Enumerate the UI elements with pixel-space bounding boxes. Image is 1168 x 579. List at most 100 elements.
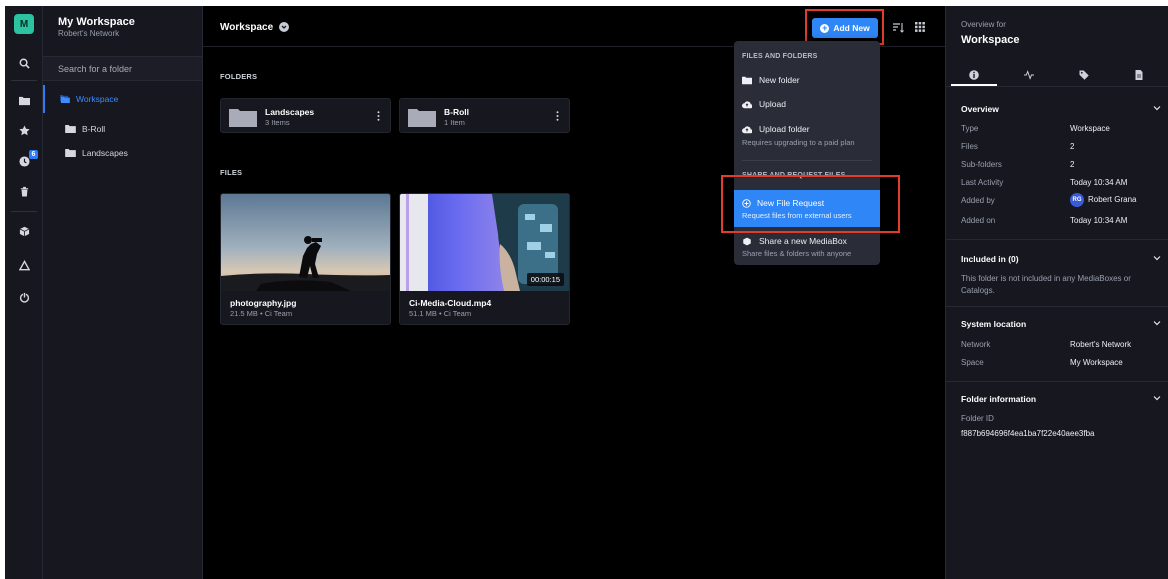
more-options-icon[interactable]: [377, 111, 380, 121]
added-by-value: RG Robert Grana: [1070, 193, 1136, 207]
file-name: Ci-Media-Cloud.mp4: [409, 298, 492, 308]
section-divider: [946, 306, 1168, 307]
cloud-upload-icon: [742, 125, 752, 133]
folder-info-heading: Folder information: [961, 394, 1037, 404]
document-icon[interactable]: [1132, 68, 1146, 82]
video-duration: 00:00:15: [526, 273, 564, 286]
upload-item[interactable]: Upload: [742, 99, 786, 109]
new-folder-item[interactable]: New folder: [742, 75, 800, 85]
folder-name: Landscapes: [265, 107, 315, 117]
row-key: Network: [961, 340, 991, 349]
chevron-down-icon[interactable]: [1153, 104, 1161, 112]
file-name: photography.jpg: [230, 298, 297, 308]
row-key: Type: [961, 124, 979, 133]
folder-card-b-roll[interactable]: B-Roll 1 Item: [399, 98, 570, 133]
sidebar-item-landscapes[interactable]: Landscapes: [43, 143, 202, 163]
chevron-down-icon[interactable]: [1153, 394, 1161, 402]
folder-count: 1 Item: [444, 118, 465, 127]
file-meta: 51.1 MB • Ci Team: [409, 309, 472, 318]
sidebar-item-workspace[interactable]: Workspace: [43, 85, 202, 113]
sort-icon[interactable]: [892, 22, 904, 34]
folder-sidebar: My Workspace Robert's Network Search for…: [43, 6, 203, 579]
folders-section-label: FOLDERS: [220, 72, 258, 81]
cloud-upload-icon: [742, 100, 752, 108]
page-title: Workspace: [220, 22, 274, 33]
overview-for-label: Overview for: [961, 20, 1006, 29]
row-value: Workspace: [1070, 124, 1110, 133]
sidebar-subtitle: Robert's Network: [58, 29, 120, 38]
row-value: Today 10:34 AM: [1070, 178, 1128, 187]
new-folder-label: New folder: [759, 75, 800, 85]
upload-label: Upload: [759, 99, 786, 109]
more-options-icon[interactable]: [556, 111, 559, 121]
chevron-down-icon[interactable]: [279, 22, 289, 32]
row-key: Sub-folders: [961, 160, 1002, 169]
dropdown-section-files-folders: FILES AND FOLDERS: [742, 53, 818, 60]
folder-id-value[interactable]: f887b694696f4ea1ba7f22e40aee3fba: [961, 429, 1094, 438]
sidebar-item-label: Landscapes: [82, 148, 128, 158]
row-value: 2: [1070, 142, 1075, 151]
details-panel: Overview for Workspace Overview Type Wor…: [945, 6, 1168, 579]
folder-count: 3 Items: [265, 118, 290, 127]
trash-icon[interactable]: [5, 182, 43, 200]
avatar: RG: [1070, 193, 1084, 207]
tag-icon[interactable]: [1077, 68, 1091, 82]
row-key: Last Activity: [961, 178, 1004, 187]
section-divider: [946, 239, 1168, 240]
row-key: Space: [961, 358, 984, 367]
search-icon[interactable]: [5, 54, 43, 72]
panel-title: Workspace: [961, 34, 1020, 46]
info-icon[interactable]: [967, 68, 981, 82]
section-divider: [946, 381, 1168, 382]
folder-icon: [742, 76, 752, 84]
rail-divider: [11, 211, 37, 212]
activity-icon[interactable]: [1022, 68, 1036, 82]
folder-icon[interactable]: [5, 91, 43, 109]
included-text: This folder is not included in any Media…: [961, 274, 1131, 295]
highlight-box: [805, 9, 884, 45]
upload-folder-subtext: Requires upgrading to a paid plan: [742, 138, 855, 147]
recent-badge: 6: [29, 150, 38, 159]
power-icon[interactable]: [5, 288, 43, 306]
chevron-down-icon[interactable]: [1153, 319, 1161, 327]
row-key: Added by: [961, 196, 995, 205]
system-location-heading: System location: [961, 319, 1027, 329]
stack-folder-icon: [59, 95, 70, 103]
file-card-photography[interactable]: photography.jpg 21.5 MB • Ci Team: [220, 193, 391, 325]
chevron-down-icon[interactable]: [1153, 254, 1161, 262]
clock-icon[interactable]: 6: [5, 150, 43, 170]
file-card-video[interactable]: 00:00:15 Ci-Media-Cloud.mp4 51.1 MB • Ci…: [399, 193, 570, 325]
folder-icon: [408, 109, 436, 127]
icon-rail: M 6: [5, 6, 43, 579]
upload-folder-label: Upload folder: [759, 124, 810, 134]
highlight-box: [721, 175, 900, 233]
row-value: 2: [1070, 160, 1075, 169]
folder-search-input[interactable]: Search for a folder: [43, 56, 202, 81]
panel-tabs: [946, 63, 1168, 87]
share-mediabox-item[interactable]: Share a new MediaBox: [742, 236, 847, 246]
upload-folder-item[interactable]: Upload folder: [742, 124, 810, 134]
workspace-avatar[interactable]: M: [14, 14, 34, 34]
row-key: Files: [961, 142, 978, 151]
row-value: Robert's Network: [1070, 340, 1132, 349]
sidebar-item-b-roll[interactable]: B-Roll: [43, 119, 202, 139]
row-key: Added on: [961, 216, 996, 225]
files-section-label: FILES: [220, 168, 243, 177]
row-value: My Workspace: [1070, 358, 1123, 367]
app-frame: M 6 My Workspace Robert's Network Search…: [5, 6, 1168, 579]
folder-id-label: Folder ID: [961, 414, 994, 423]
share-mediabox-subtext: Share files & folders with anyone: [742, 249, 852, 258]
triangle-icon[interactable]: [5, 256, 43, 274]
rail-divider: [11, 80, 37, 81]
folder-card-landscapes[interactable]: Landscapes 3 Items: [220, 98, 391, 133]
photo-thumbnail: [221, 194, 390, 291]
folder-icon: [65, 149, 76, 157]
sidebar-item-label: B-Roll: [82, 124, 106, 134]
sidebar-title: My Workspace: [58, 16, 135, 28]
box-icon[interactable]: [5, 222, 43, 240]
share-mediabox-label: Share a new MediaBox: [759, 236, 847, 246]
grid-view-icon[interactable]: [915, 22, 925, 32]
added-by-name: Robert Grana: [1088, 195, 1137, 205]
star-icon[interactable]: [5, 121, 43, 139]
overview-heading: Overview: [961, 104, 999, 114]
